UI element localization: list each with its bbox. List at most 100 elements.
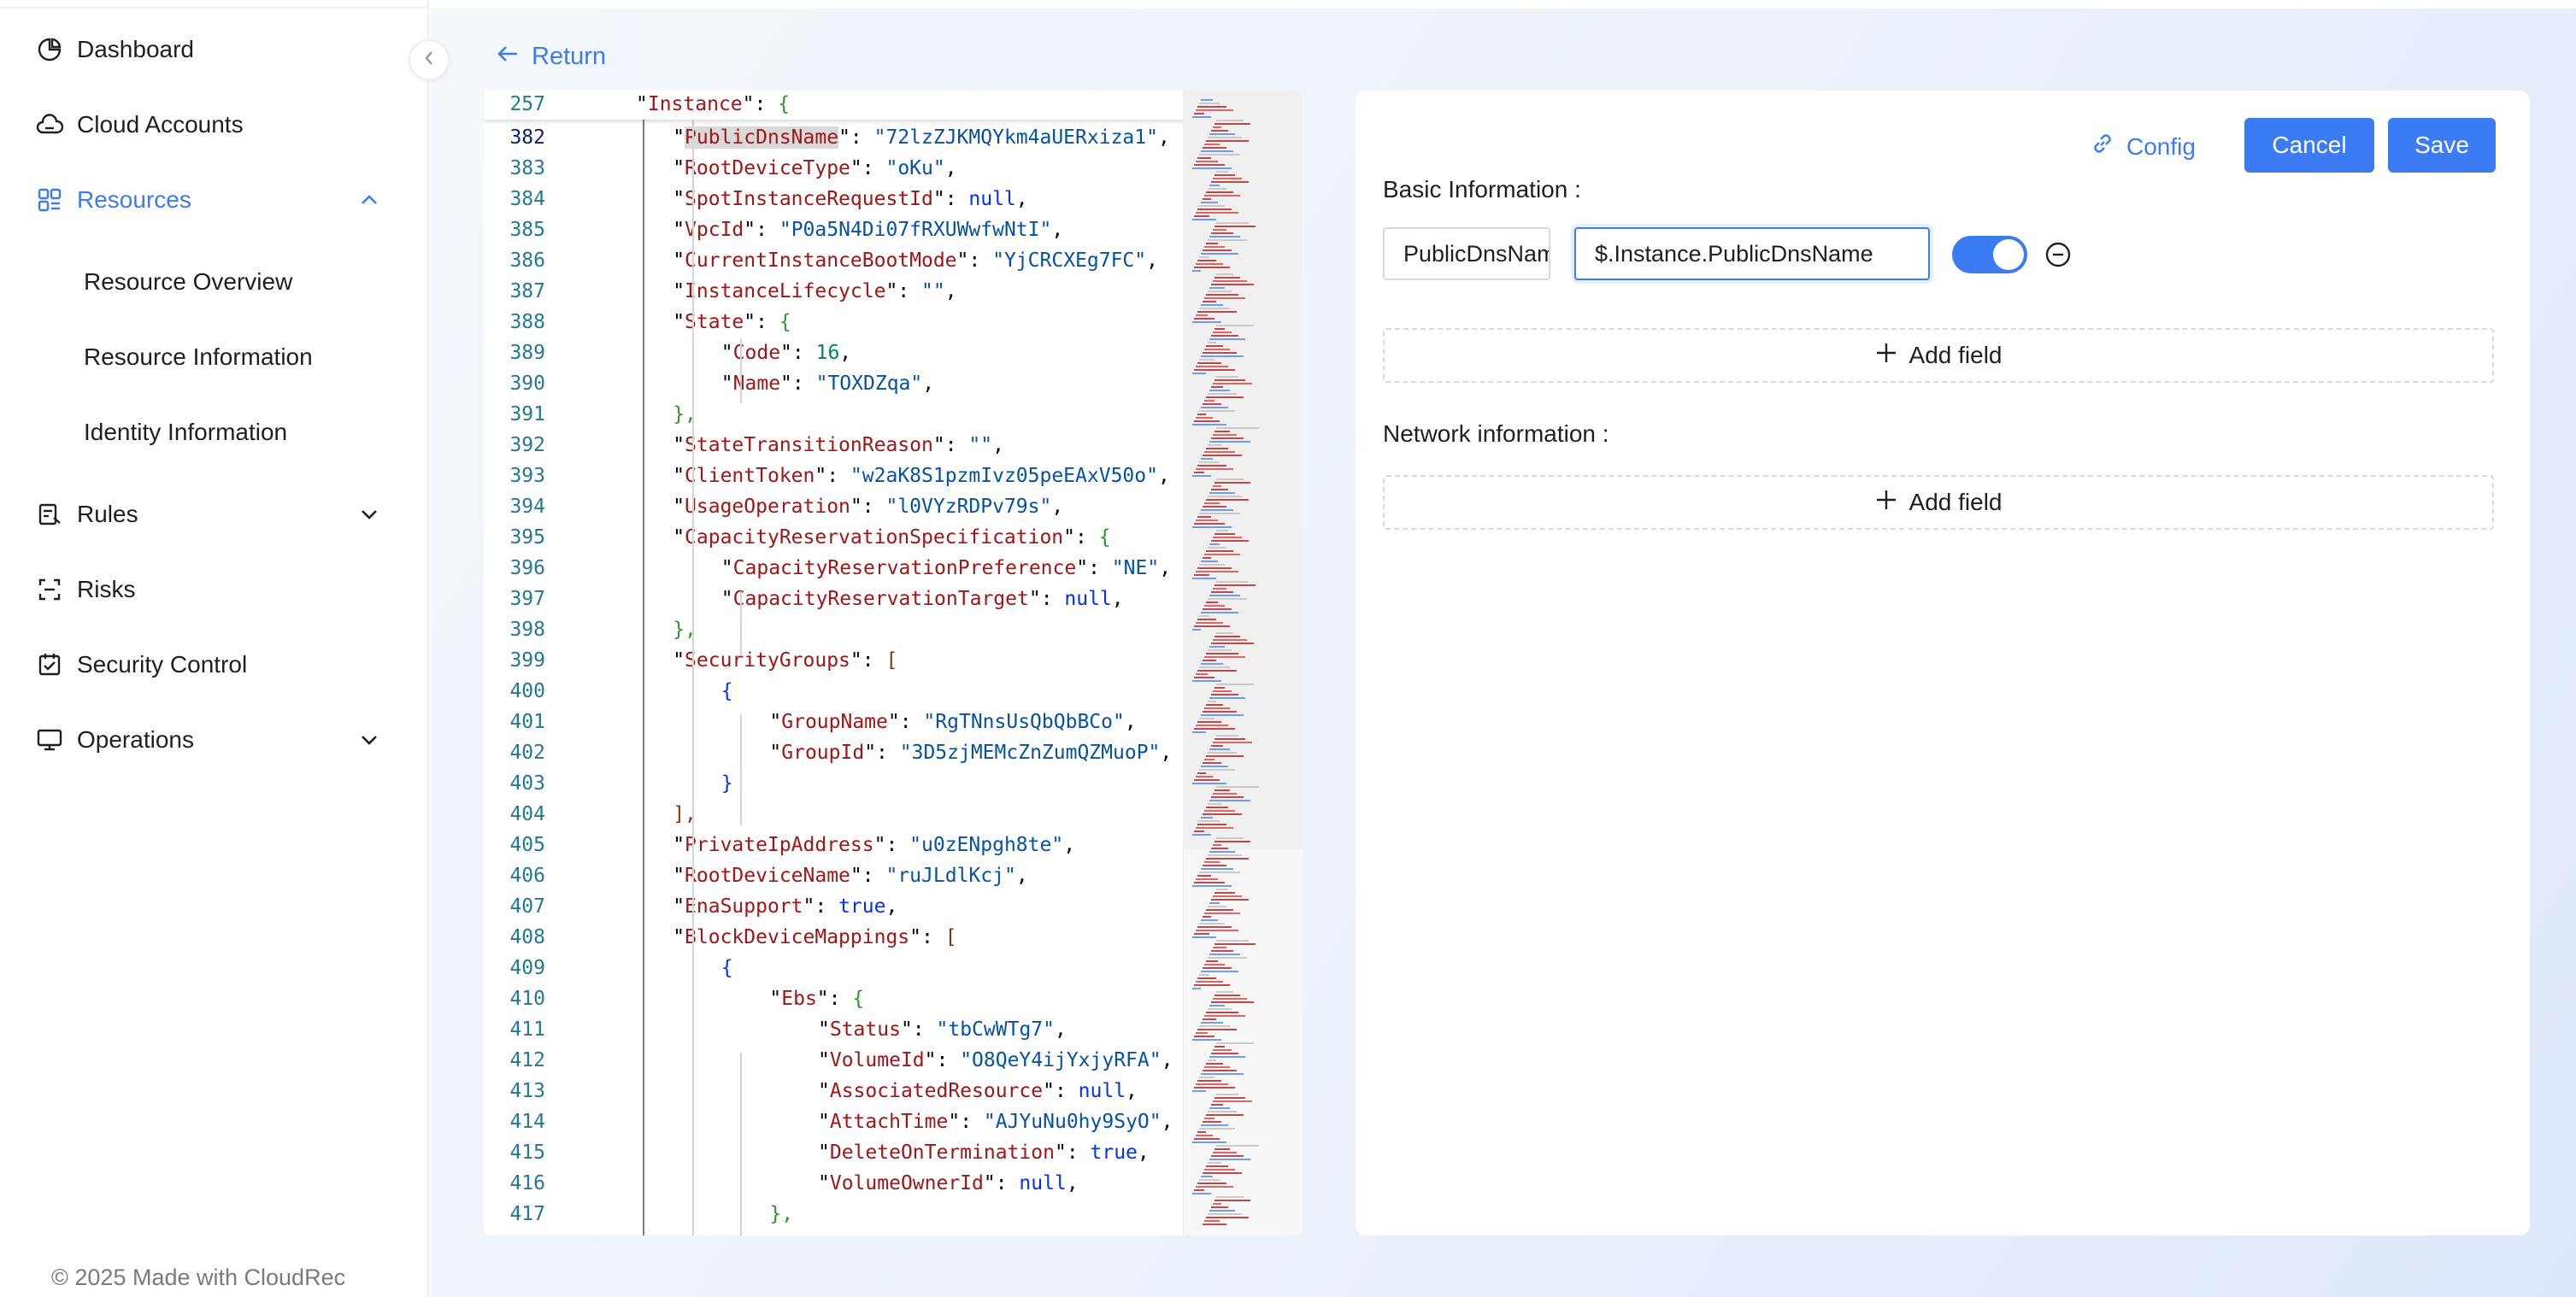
minimap-line	[1213, 895, 1242, 897]
minimap-line	[1204, 861, 1220, 863]
minimap-line	[1192, 373, 1206, 374]
code-line: "Name": "TOXDZqa",	[720, 373, 935, 395]
minimap-line	[1211, 1155, 1244, 1157]
sidebar-item-resource-overview[interactable]: Resource Overview	[0, 244, 429, 320]
code-line: "VpcId": "P0a5N4Di07fRXUWwfwNtI",	[673, 219, 1064, 241]
line-number: 408	[509, 926, 545, 948]
line-number: 417	[509, 1203, 545, 1225]
network-information-title: Network information :	[1383, 420, 1609, 447]
save-button[interactable]: Save	[2388, 118, 2496, 173]
minimap-line	[1201, 868, 1233, 870]
minimap-line	[1192, 321, 1221, 323]
sidebar-item-resource-information[interactable]: Resource Information	[0, 320, 429, 395]
minimap-line	[1194, 1189, 1204, 1191]
minimap-line	[1197, 926, 1232, 928]
json-editor[interactable]: 382 383 384 385 386 387 388 389 390 391 392 393 394 3…	[484, 91, 1303, 1235]
json-key: StateTransitionReason	[685, 434, 933, 456]
line-number-gutter: 382 383 384 385 386 387 388 389 390 391 392 393 394 3…	[484, 91, 593, 1235]
minimap-line	[1208, 957, 1247, 959]
return-link[interactable]: Return	[496, 43, 606, 71]
json-value: true	[838, 895, 886, 918]
minimap-line	[1216, 376, 1238, 378]
field-enabled-toggle[interactable]	[1952, 236, 2027, 273]
cancel-button[interactable]: Cancel	[2244, 118, 2374, 173]
sidebar-item-risks[interactable]: Risks	[0, 552, 429, 627]
code-line: "InstanceLifecycle": "",	[673, 280, 957, 302]
chevron-down-icon[interactable]	[357, 502, 381, 526]
return-label: Return	[532, 43, 607, 70]
minimap-line	[1194, 933, 1209, 935]
minimap-line	[1192, 1039, 1221, 1041]
top-divider	[0, 0, 429, 9]
code-line: "CurrentInstanceBootMode": "YjCRCXEg7FC"…	[673, 249, 1158, 272]
sidebar-item-resources[interactable]: Resources	[0, 162, 429, 238]
minimap-line	[1206, 1165, 1228, 1167]
line-number: 391	[509, 403, 545, 425]
code-line: "VolumeOwnerId": null,	[818, 1172, 1079, 1194]
json-key: AttachTime	[829, 1111, 949, 1133]
minimap-line	[1206, 345, 1223, 347]
minimap-line	[1199, 513, 1240, 514]
add-field-button-basic[interactable]: Add field	[1383, 328, 2494, 383]
json-key: InstanceLifecycle	[685, 280, 886, 302]
minimap-line	[1196, 1083, 1228, 1085]
json-bracket: {	[1098, 526, 1111, 549]
minimap-line	[1197, 670, 1237, 672]
json-key: DeleteOnTermination	[829, 1141, 1055, 1164]
minimap-line	[1203, 1224, 1226, 1225]
sidebar-item-rules[interactable]: Rules	[0, 477, 429, 552]
remove-field-icon[interactable]	[2044, 241, 2072, 268]
code-line: "SecurityGroups": [	[673, 649, 898, 672]
sidebar-item-security-control[interactable]: Security Control	[0, 627, 429, 702]
minimap-line	[1213, 742, 1252, 743]
minimap-line	[1214, 995, 1240, 996]
minimap-line	[1192, 1141, 1226, 1143]
sidebar-item-dashboard[interactable]: Dashboard	[0, 12, 429, 87]
minimap-line	[1199, 1179, 1220, 1181]
sidebar-collapse-button[interactable]	[409, 39, 450, 80]
minimap-line	[1206, 807, 1228, 808]
editor-minimap[interactable]	[1183, 91, 1303, 1235]
minimap-line	[1192, 270, 1201, 272]
minimap-line	[1192, 526, 1232, 528]
sidebar-item-operations[interactable]: Operations	[0, 702, 429, 778]
json-bracket: }	[720, 772, 733, 795]
json-value: l0VYzRDPv79s	[897, 496, 1040, 518]
config-link[interactable]: Config	[2091, 132, 2196, 161]
minimap-line	[1196, 263, 1223, 265]
code-area[interactable]: "PublicDnsName": "72lzZJKMQYkm4aUERxiza1…	[593, 91, 1193, 1235]
minimap-line	[1201, 817, 1213, 819]
minimap-line	[1203, 506, 1226, 508]
field-path-input[interactable]: $.Instance.PublicDnsName	[1574, 227, 1930, 280]
minimap-line	[1213, 178, 1242, 179]
json-key: AssociatedResource	[829, 1080, 1044, 1102]
minimap-line	[1208, 342, 1216, 343]
minimap-line	[1213, 1203, 1221, 1205]
minimap-line	[1196, 1135, 1213, 1136]
sidebar: Dashboard Cloud Accounts Resources Resou…	[0, 0, 429, 1297]
minimap-line	[1201, 407, 1228, 408]
minimap-line	[1206, 243, 1218, 244]
chevron-down-icon[interactable]	[357, 728, 381, 752]
minimap-line	[1199, 410, 1235, 412]
sticky-scroll-header: 257 "Instance": {	[484, 91, 1193, 120]
minimap-line	[1216, 991, 1233, 993]
minimap-line	[1209, 1210, 1235, 1212]
sidebar-item-cloud-accounts[interactable]: Cloud Accounts	[0, 87, 429, 162]
json-key: CapacityReservationPreference	[732, 557, 1077, 579]
minimap-line	[1194, 215, 1209, 217]
minimap-line	[1213, 947, 1226, 948]
chevron-up-icon[interactable]	[357, 188, 381, 212]
minimap-line	[1196, 622, 1223, 624]
line-number: 388	[509, 311, 545, 333]
minimap-line	[1196, 519, 1218, 521]
minimap-line	[1203, 1172, 1242, 1174]
minimap-line	[1214, 328, 1225, 330]
sidebar-item-identity-information[interactable]: Identity Information	[0, 395, 429, 470]
field-key-input[interactable]: PublicDnsName	[1383, 227, 1550, 280]
add-field-button-network[interactable]: Add field	[1383, 475, 2494, 530]
json-value: AJYuNu0hy9SyO	[995, 1111, 1150, 1133]
minimap-line	[1208, 701, 1216, 702]
minimap-line	[1201, 612, 1238, 613]
minimap-line	[1206, 448, 1228, 449]
